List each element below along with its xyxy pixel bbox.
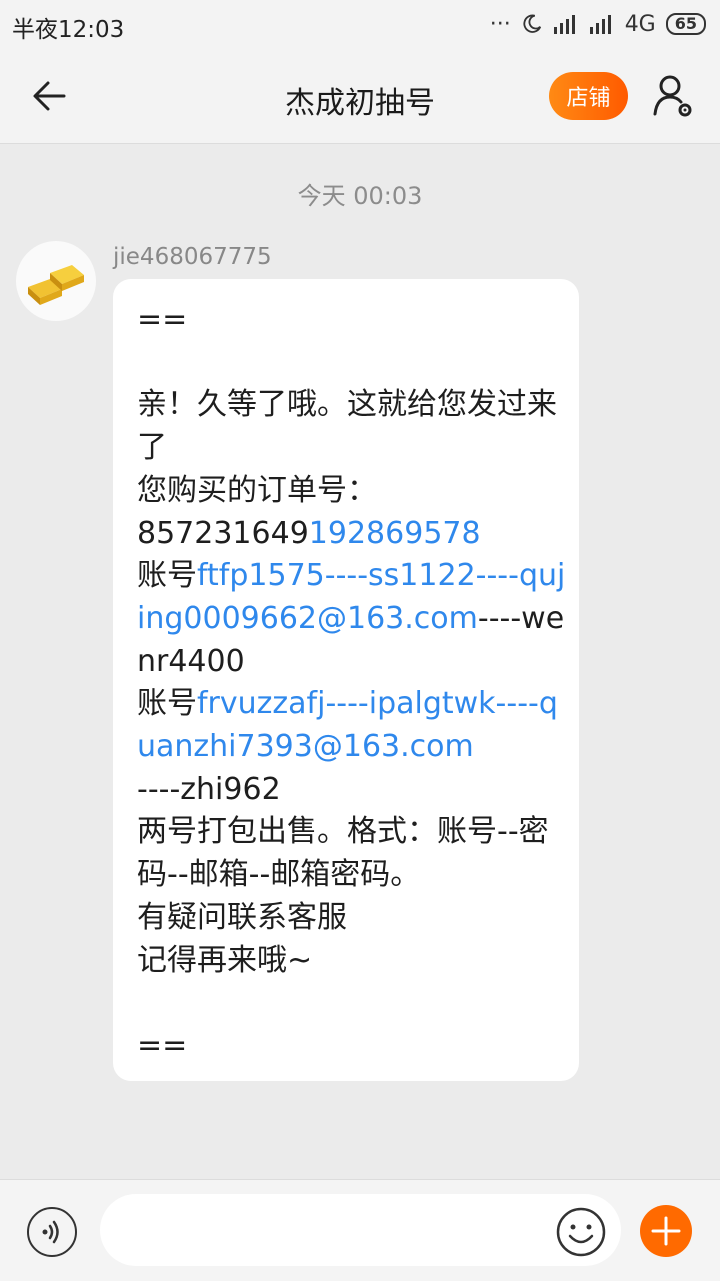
account-label: 账号 [137, 558, 197, 594]
back-button[interactable] [30, 78, 70, 114]
profile-settings-button[interactable] [650, 72, 698, 120]
user-settings-icon [653, 75, 692, 117]
nav-bar: 杰成初抽号 店铺 [0, 50, 720, 144]
signal-icon [589, 15, 611, 34]
status-bar: 半夜12:03 ··· 4G 65 [0, 0, 720, 50]
message-bubble: == 亲！久等了哦。这就给您发过来了 您购买的订单号： 857231649192… [113, 279, 579, 1081]
message-line: == [137, 302, 188, 337]
emoji-button[interactable] [555, 1206, 607, 1258]
plus-icon [651, 1216, 681, 1246]
moon-icon [523, 14, 541, 33]
order-number: 857231649 [137, 515, 309, 551]
message-line: 亲！久等了哦。这就给您发过来了 [137, 387, 557, 466]
order-number-link[interactable]: 192869578 [309, 516, 481, 551]
voice-button[interactable] [27, 1207, 77, 1257]
status-time: 半夜12:03 [12, 17, 125, 43]
signal-icon [553, 15, 575, 34]
date-separator: 今天 00:03 [297, 182, 423, 210]
message-line: 您购买的订单号： [137, 472, 377, 508]
message-input[interactable] [100, 1194, 621, 1266]
status-icons: ··· 4G 65 [490, 10, 706, 38]
message-text: == 亲！久等了哦。这就给您发过来了 您购买的订单号： 857231649192… [137, 299, 567, 1068]
voice-icon [42, 1220, 59, 1244]
account-password: ----zhi962 [137, 771, 281, 807]
more-dots-icon: ··· [489, 11, 511, 37]
emoji-icon [556, 1207, 606, 1257]
message-line: 有疑问联系客服 [137, 899, 347, 935]
message-line: 两号打包出售。格式：账号--密码--邮箱--邮箱密码。 [137, 814, 549, 893]
network-type: 4G [624, 11, 656, 37]
avatar[interactable] [16, 241, 96, 321]
plus-button[interactable] [640, 1205, 692, 1257]
account-link[interactable]: frvuzzafj----ipalgtwk----quanzhi7393@163… [137, 686, 558, 764]
sender-name: jie468067775 [113, 244, 272, 270]
gold-bars-icon [28, 265, 84, 305]
message-line: 记得再来哦~ [137, 942, 313, 978]
arrow-left-icon [33, 81, 66, 111]
shop-button[interactable]: 店铺 [549, 72, 628, 120]
input-bar [0, 1179, 720, 1281]
account-label: 账号 [137, 686, 197, 722]
battery-icon: 65 [665, 13, 706, 35]
message-line: == [137, 1027, 188, 1063]
